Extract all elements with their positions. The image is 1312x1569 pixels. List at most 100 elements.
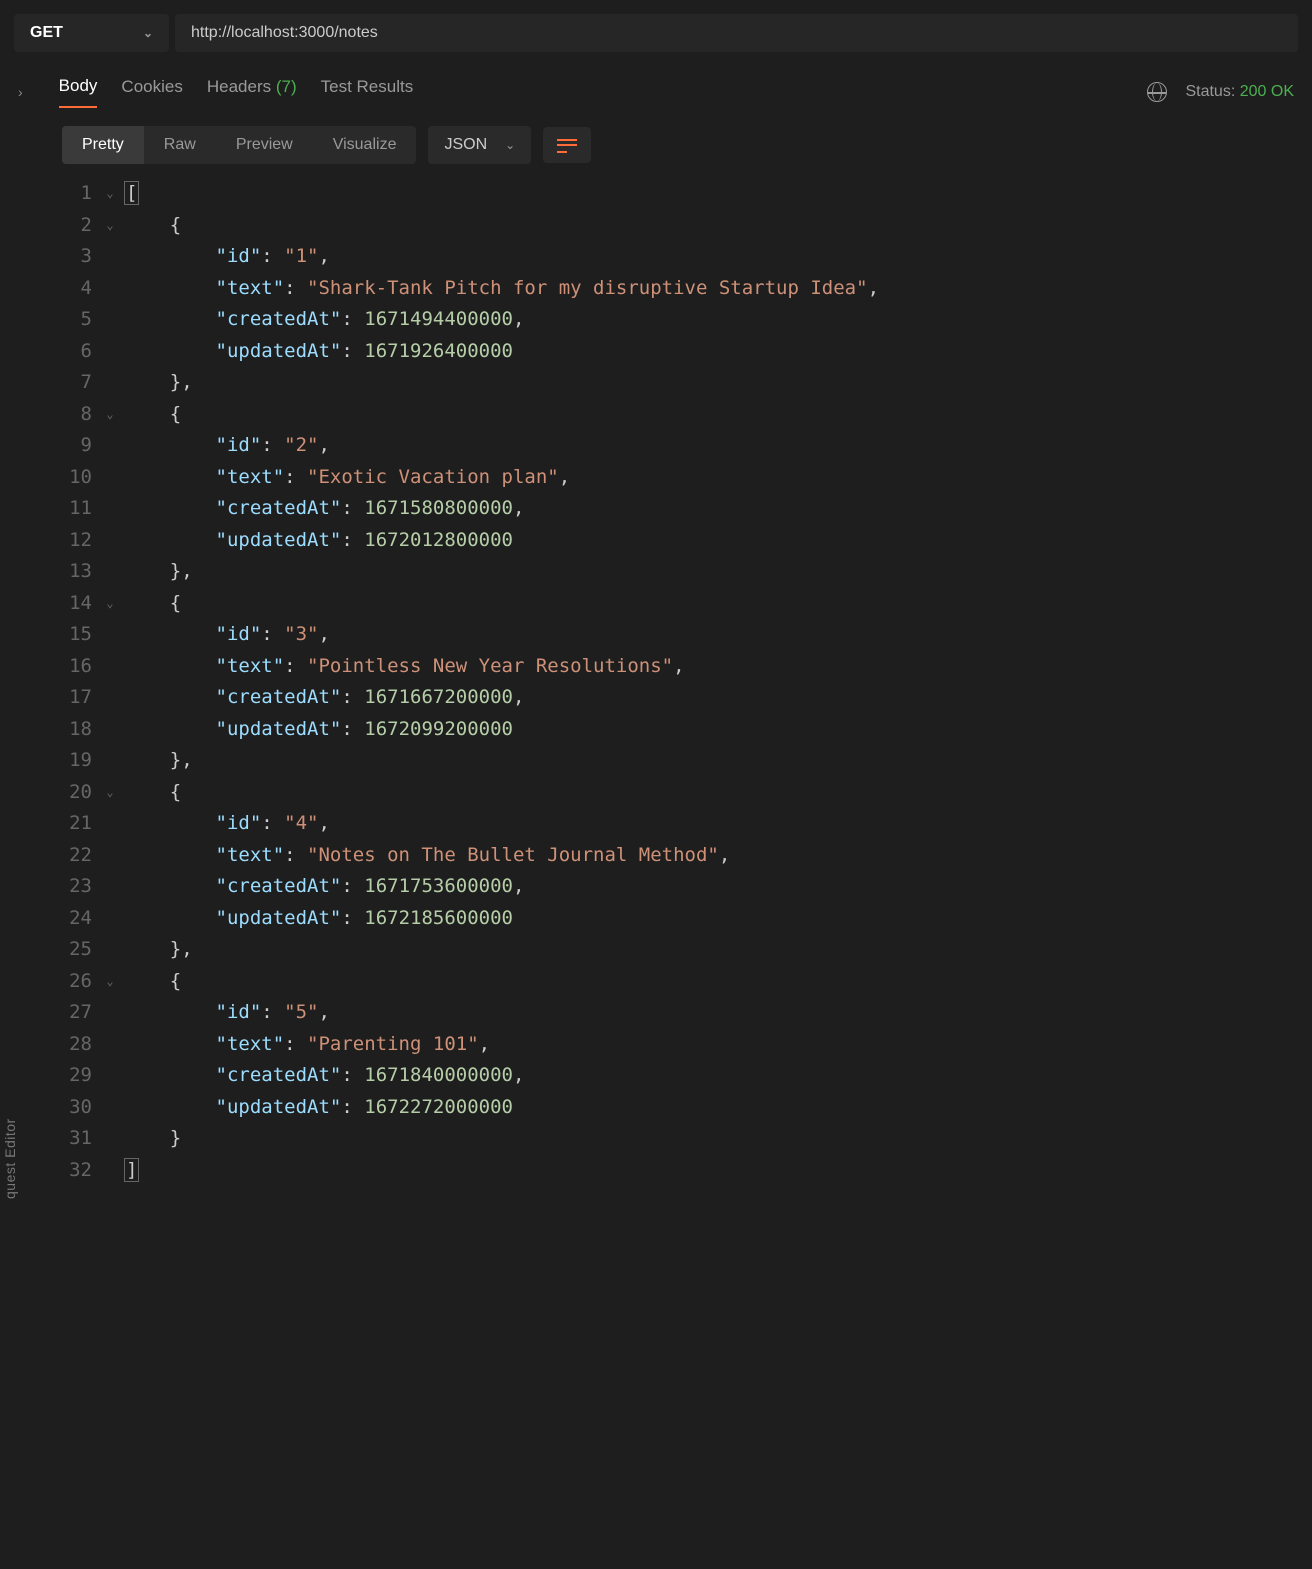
line-content: }, — [120, 367, 193, 399]
code-line: 1⌄[ — [62, 178, 1312, 210]
line-number: 1 — [62, 178, 100, 210]
wrap-toggle-button[interactable] — [543, 127, 591, 163]
fold-toggle — [100, 745, 120, 777]
line-number: 12 — [62, 525, 100, 557]
code-line: 15 "id": "3", — [62, 619, 1312, 651]
response-body-viewer[interactable]: 1⌄[2⌄ {3 "id": "1",4 "text": "Shark-Tank… — [0, 178, 1312, 1186]
status-value: 200 OK — [1240, 83, 1294, 100]
line-content: "text": "Exotic Vacation plan", — [120, 462, 570, 494]
http-method-select[interactable]: GET ⌄ — [14, 14, 169, 52]
format-select[interactable]: JSON ⌄ — [428, 126, 531, 164]
line-content: "createdAt": 1671753600000, — [120, 871, 524, 903]
code-line: 17 "createdAt": 1671667200000, — [62, 682, 1312, 714]
code-line: 11 "createdAt": 1671580800000, — [62, 493, 1312, 525]
line-number: 29 — [62, 1060, 100, 1092]
line-number: 24 — [62, 903, 100, 935]
code-line: 3 "id": "1", — [62, 241, 1312, 273]
line-number: 19 — [62, 745, 100, 777]
line-number: 18 — [62, 714, 100, 746]
fold-toggle — [100, 619, 120, 651]
line-number: 2 — [62, 210, 100, 242]
line-content: }, — [120, 745, 193, 777]
sidebar-label: quest Editor — [2, 1118, 18, 1199]
fold-toggle — [100, 304, 120, 336]
line-number: 10 — [62, 462, 100, 494]
view-tab-visualize[interactable]: Visualize — [313, 126, 417, 164]
fold-toggle — [100, 934, 120, 966]
line-number: 27 — [62, 997, 100, 1029]
code-line: 2⌄ { — [62, 210, 1312, 242]
line-number: 8 — [62, 399, 100, 431]
line-number: 13 — [62, 556, 100, 588]
line-content: }, — [120, 556, 193, 588]
status-label: Status: 200 OK — [1185, 83, 1294, 101]
line-content: "id": "4", — [120, 808, 330, 840]
line-number: 6 — [62, 336, 100, 368]
fold-toggle — [100, 997, 120, 1029]
chevron-right-icon[interactable]: › — [18, 84, 23, 100]
fold-toggle — [100, 336, 120, 368]
code-line: 20⌄ { — [62, 777, 1312, 809]
line-number: 11 — [62, 493, 100, 525]
url-input[interactable] — [175, 14, 1298, 52]
line-number: 9 — [62, 430, 100, 462]
fold-toggle — [100, 1123, 120, 1155]
fold-toggle[interactable]: ⌄ — [100, 399, 120, 431]
line-number: 3 — [62, 241, 100, 273]
code-line: 6 "updatedAt": 1671926400000 — [62, 336, 1312, 368]
fold-toggle[interactable]: ⌄ — [100, 777, 120, 809]
chevron-down-icon: ⌄ — [505, 138, 515, 152]
line-content: "id": "2", — [120, 430, 330, 462]
code-line: 29 "createdAt": 1671840000000, — [62, 1060, 1312, 1092]
fold-toggle — [100, 871, 120, 903]
chevron-down-icon: ⌄ — [143, 26, 153, 40]
tab-cookies[interactable]: Cookies — [121, 77, 182, 107]
code-line: 5 "createdAt": 1671494400000, — [62, 304, 1312, 336]
code-line: 14⌄ { — [62, 588, 1312, 620]
line-content: "text": "Pointless New Year Resolutions"… — [120, 651, 685, 683]
line-number: 15 — [62, 619, 100, 651]
line-number: 7 — [62, 367, 100, 399]
request-bar: GET ⌄ — [0, 0, 1312, 66]
line-number: 23 — [62, 871, 100, 903]
line-number: 5 — [62, 304, 100, 336]
view-tab-raw[interactable]: Raw — [144, 126, 216, 164]
fold-toggle — [100, 1029, 120, 1061]
response-header: › Body Cookies Headers (7) Test Results … — [0, 66, 1312, 108]
line-number: 16 — [62, 651, 100, 683]
view-mode-tabs: Pretty Raw Preview Visualize — [62, 126, 416, 164]
view-tab-pretty[interactable]: Pretty — [62, 126, 144, 164]
tab-headers[interactable]: Headers (7) — [207, 77, 297, 107]
response-tabs: › Body Cookies Headers (7) Test Results — [18, 76, 413, 108]
code-line: 25 }, — [62, 934, 1312, 966]
code-line: 23 "createdAt": 1671753600000, — [62, 871, 1312, 903]
line-content: "id": "5", — [120, 997, 330, 1029]
code-line: 30 "updatedAt": 1672272000000 — [62, 1092, 1312, 1124]
line-number: 25 — [62, 934, 100, 966]
code-line: 19 }, — [62, 745, 1312, 777]
code-line: 18 "updatedAt": 1672099200000 — [62, 714, 1312, 746]
fold-toggle[interactable]: ⌄ — [100, 588, 120, 620]
line-content: "id": "3", — [120, 619, 330, 651]
tab-body[interactable]: Body — [59, 76, 98, 108]
fold-toggle — [100, 682, 120, 714]
code-line: 4 "text": "Shark-Tank Pitch for my disru… — [62, 273, 1312, 305]
line-content: "createdAt": 1671580800000, — [120, 493, 524, 525]
view-tab-preview[interactable]: Preview — [216, 126, 313, 164]
viewer-controls: Pretty Raw Preview Visualize JSON ⌄ — [0, 108, 1312, 178]
tab-test-results[interactable]: Test Results — [321, 77, 414, 107]
line-content: "updatedAt": 1671926400000 — [120, 336, 513, 368]
fold-toggle[interactable]: ⌄ — [100, 966, 120, 998]
line-number: 4 — [62, 273, 100, 305]
globe-icon[interactable] — [1147, 82, 1167, 102]
line-content: "createdAt": 1671667200000, — [120, 682, 524, 714]
fold-toggle — [100, 556, 120, 588]
fold-toggle — [100, 1092, 120, 1124]
fold-toggle[interactable]: ⌄ — [100, 178, 120, 210]
fold-toggle — [100, 714, 120, 746]
fold-toggle — [100, 273, 120, 305]
fold-toggle — [100, 1060, 120, 1092]
fold-toggle[interactable]: ⌄ — [100, 210, 120, 242]
fold-toggle — [100, 1155, 120, 1187]
line-number: 30 — [62, 1092, 100, 1124]
